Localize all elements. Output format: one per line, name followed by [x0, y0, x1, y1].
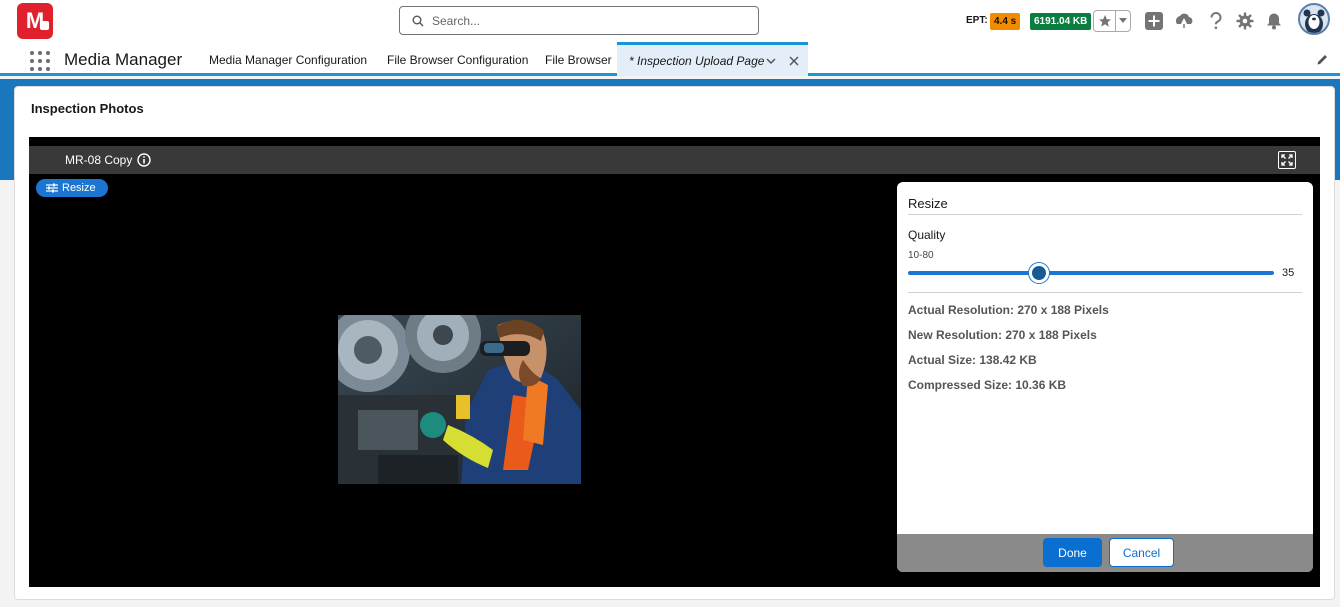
close-icon: [789, 56, 799, 66]
image-title: MR-08 Copy: [65, 153, 133, 167]
help-icon: [1210, 12, 1222, 30]
divider: [908, 214, 1302, 215]
favorite-button[interactable]: [1094, 11, 1116, 31]
panel-title: Resize: [908, 196, 948, 211]
global-header: M EPT: 4.4 s 6191.04 KB: [0, 0, 1340, 42]
app-name: Media Manager: [64, 50, 183, 69]
card-title: Inspection Photos: [31, 101, 144, 116]
kb-badge: 6191.04 KB: [1030, 13, 1092, 30]
quality-label: Quality: [908, 228, 946, 242]
trailhead-icon: [1175, 13, 1193, 28]
new-resolution: New Resolution: 270 x 188 Pixels: [908, 328, 1097, 342]
waffle-dot: [30, 59, 34, 63]
image-viewer: MR-08 Copy Resize Resize Quality 10-80 3…: [29, 137, 1320, 587]
avatar[interactable]: [1298, 3, 1330, 35]
expand-button[interactable]: [1278, 151, 1296, 169]
ept-badge: 4.4 s: [990, 13, 1021, 30]
cancel-button[interactable]: Cancel: [1109, 538, 1174, 567]
expand-icon: [1281, 154, 1293, 166]
waffle-dot: [38, 59, 42, 63]
divider: [908, 292, 1302, 293]
trailhead-button[interactable]: [1174, 11, 1194, 31]
panel-footer: Done Cancel: [897, 534, 1313, 572]
app-logo[interactable]: M: [17, 3, 53, 39]
quality-slider-track[interactable]: [908, 271, 1274, 275]
waffle-dot: [46, 67, 50, 71]
waffle-dot: [30, 51, 34, 55]
star-icon: [1098, 15, 1111, 27]
bell-icon: [1267, 13, 1281, 30]
tab-label: * Inspection Upload Page: [629, 53, 765, 68]
tab-inspection-upload-page[interactable]: * Inspection Upload Page: [617, 42, 808, 76]
resize-button-label: Resize: [62, 182, 96, 194]
quality-slider-thumb[interactable]: [1028, 263, 1049, 283]
pencil-icon: [1317, 55, 1327, 65]
resize-button[interactable]: Resize: [36, 179, 108, 197]
notifications-button[interactable]: [1264, 11, 1284, 31]
search-input[interactable]: [432, 13, 722, 28]
gear-icon: [1236, 12, 1254, 30]
add-icon: [1145, 12, 1163, 30]
setup-button[interactable]: [1235, 11, 1255, 31]
quality-range: 10-80: [908, 250, 934, 261]
actual-size: Actual Size: 138.42 KB: [908, 353, 1037, 367]
user-avatar-icon: [1303, 9, 1325, 33]
inspection-photo: [338, 315, 581, 484]
logo-play-icon: [40, 21, 49, 30]
waffle-dot: [46, 51, 50, 55]
favorites-group: [1093, 10, 1131, 32]
actual-resolution: Actual Resolution: 270 x 188 Pixels: [908, 303, 1109, 317]
sliders-icon: [46, 183, 58, 193]
waffle-dot: [38, 67, 42, 71]
viewer-header: MR-08 Copy: [29, 146, 1320, 174]
mechanic-photo-image: [338, 315, 581, 484]
tab-close-button[interactable]: [788, 54, 800, 72]
image-info-button[interactable]: [137, 153, 151, 172]
global-search[interactable]: [399, 6, 759, 35]
ept-label: EPT:: [966, 15, 988, 26]
nav-item-media-manager-configuration[interactable]: Media Manager Configuration: [209, 53, 367, 67]
favorites-menu-button[interactable]: [1116, 11, 1130, 31]
app-nav-bar: Media Manager Media Manager Configuratio…: [0, 42, 1340, 76]
nav-item-file-browser[interactable]: File Browser: [545, 53, 612, 67]
quality-value: 35: [1282, 267, 1295, 279]
waffle-dot: [30, 67, 34, 71]
app-launcher-button[interactable]: [30, 51, 50, 71]
compressed-size: Compressed Size: 10.36 KB: [908, 378, 1067, 392]
info-icon: [137, 153, 151, 167]
waffle-dot: [46, 59, 50, 63]
edit-nav-button[interactable]: [1316, 53, 1329, 71]
help-button[interactable]: [1206, 11, 1226, 31]
waffle-dot: [38, 51, 42, 55]
resize-panel: Resize Quality 10-80 35 Actual Resolutio…: [897, 182, 1313, 572]
nav-item-file-browser-configuration[interactable]: File Browser Configuration: [387, 53, 528, 67]
chevron-down-icon: [766, 58, 776, 65]
done-button[interactable]: Done: [1043, 538, 1102, 567]
tab-menu-button[interactable]: [765, 54, 777, 72]
search-icon: [412, 15, 424, 26]
chevron-down-icon: [1119, 18, 1127, 23]
global-actions-button[interactable]: [1144, 11, 1164, 31]
